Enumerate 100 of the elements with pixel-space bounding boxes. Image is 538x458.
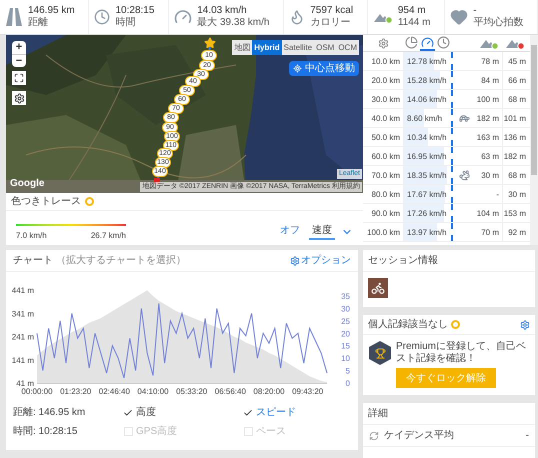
speed-cell-text: 10.34 km/h	[406, 133, 447, 142]
x-axis-label: 00:00:00	[21, 387, 53, 396]
y-axis-label: 141 m	[12, 356, 34, 365]
speed-cell-text: 17.26 km/h	[406, 209, 447, 218]
ascent-cell-text: 30 m	[480, 170, 500, 182]
descent-cell: 92 m	[502, 223, 528, 241]
detail-label: ケイデンス平均	[384, 429, 455, 443]
map-layer-tab[interactable]: Hybrid	[252, 40, 282, 55]
section-title: 色つきトレース	[11, 195, 81, 209]
max-speed-label: 26.7 km/h	[90, 230, 126, 242]
distance-cell-text: 60.0 km	[370, 151, 401, 163]
ascent-cell-text: 78 m	[480, 56, 500, 68]
descent-cell: 66 m	[502, 71, 528, 89]
stat-label: 最大 39.38 km/h	[197, 17, 270, 29]
stat-value: -	[473, 5, 478, 17]
descent-cell: 136 m	[502, 128, 528, 146]
section-title: セッション情報	[368, 254, 438, 268]
speed-cell-text: 13.97 km/h	[406, 228, 447, 237]
distance-cell-text: 40.0 km	[370, 113, 401, 125]
chart-hint: （拡大するチャートを選択）	[56, 254, 186, 268]
y-axis-label: 15	[341, 342, 350, 351]
descent-cell: 101 m	[502, 109, 528, 127]
distance-cell-text: 90.0 km	[370, 208, 401, 220]
x-axis-label: 06:56:40	[214, 387, 246, 396]
section-title: 詳細	[368, 406, 388, 421]
descent-cell: 182 m	[502, 147, 528, 165]
descent-cell: 30 m	[502, 185, 528, 203]
ascent-cell-text: 70 m	[480, 227, 500, 239]
min-speed-label: 7.0 km/h	[16, 230, 47, 242]
speed-cell-text: 18.35 km/h	[406, 171, 447, 180]
zoom-in-button[interactable]: +	[12, 41, 26, 54]
ascent-cell-text: -	[495, 189, 500, 201]
detail-value: -	[526, 429, 529, 443]
stat-value: 7597 kcal	[310, 5, 354, 17]
map-layer-tab[interactable]: OSM	[314, 40, 336, 55]
speed-cell-text: 8.60 km/h	[406, 114, 442, 123]
map-layer-tab[interactable]: OCM	[336, 40, 359, 55]
premium-message: Premiumに登録して、自己ベスト記録を確認！	[396, 341, 528, 365]
speed-cell-text: 17.67 km/h	[406, 190, 447, 199]
map-logo: Google	[10, 177, 44, 191]
series-checkbox[interactable]: 高度	[123, 405, 243, 420]
x-axis-label: 08:20:00	[253, 387, 285, 396]
y-axis-label: 25	[341, 316, 350, 326]
y-axis-label: 5	[346, 366, 350, 376]
stat-label: 1144 m	[398, 17, 430, 29]
chart-title: チャート	[13, 254, 53, 268]
speed-cell-text: 14.06 km/h	[406, 95, 447, 104]
ascent-cell-text: 182 m	[476, 113, 500, 125]
ascent-cell-text: 84 m	[480, 75, 500, 87]
distance-cell-text: 20.0 km	[370, 75, 401, 87]
speed-cell-text: 16.95 km/h	[406, 152, 447, 161]
map-layer-tab[interactable]: Satellite	[282, 40, 314, 55]
y-axis-label: 341 m	[12, 309, 34, 318]
map-layer-tab[interactable]: 地図	[232, 40, 252, 55]
y-axis-label: 10	[341, 354, 350, 364]
distance-cell-text: 30.0 km	[370, 94, 401, 106]
y-axis-label: 241 m	[12, 332, 34, 342]
trace-option-tab[interactable]: オフ	[277, 223, 303, 240]
y-axis-label: 0	[346, 379, 350, 388]
x-axis-label: 09:43:20	[292, 387, 324, 396]
y-axis-label: 30	[341, 304, 350, 314]
descent-cell: 68 m	[502, 90, 528, 108]
x-axis-label: 04:10:00	[137, 387, 169, 396]
x-axis-label: 01:23:20	[60, 387, 92, 396]
y-axis-label: 441 m	[12, 286, 34, 295]
stat-value: 954 m	[398, 5, 427, 17]
descent-cell: 68 m	[502, 166, 528, 184]
stat-value: 10:28:15	[115, 5, 154, 16]
y-axis-label: 35	[341, 292, 350, 301]
y-axis-label: 41 m	[16, 379, 34, 388]
summary-text: 距離: 146.95 km	[13, 406, 86, 420]
section-title: 個人記録該当なし	[368, 318, 448, 332]
ascent-cell-text: 63 m	[480, 151, 500, 163]
speed-cell-text: 15.28 km/h	[406, 76, 447, 85]
center-button[interactable]: 中心点移動	[289, 61, 359, 76]
summary-text: 時間: 10:28:15	[13, 424, 78, 439]
speed-cell-text: 12.78 km/h	[406, 57, 447, 66]
stat-label: 距離	[28, 17, 49, 29]
trace-option-tab[interactable]: 速度	[309, 223, 335, 240]
ascent-cell-text: 163 m	[476, 132, 500, 144]
options-link[interactable]: オプション	[290, 253, 351, 268]
distance-cell-text: 50.0 km	[370, 132, 401, 144]
ascent-cell-text: 100 m	[476, 94, 500, 106]
zoom-out-button[interactable]: −	[12, 54, 26, 67]
y-axis-label: 20	[341, 329, 350, 338]
x-axis-label: 02:46:40	[98, 387, 130, 396]
x-axis-label: 05:33:20	[176, 387, 208, 396]
stat-value: 14.03 km/h	[197, 5, 248, 16]
stat-label: カロリー	[310, 17, 352, 29]
ascent-cell-text: 104 m	[476, 208, 500, 220]
series-checkbox[interactable]: スピード	[243, 405, 351, 420]
distance-cell-text: 100.0 km	[366, 227, 401, 239]
distance-cell-text: 70.0 km	[370, 170, 401, 182]
stat-value: 146.95 km	[28, 5, 75, 17]
stat-label: 時間	[115, 17, 136, 29]
descent-cell: 153 m	[502, 204, 528, 222]
distance-cell-text: 80.0 km	[370, 189, 401, 201]
descent-cell: 45 m	[502, 52, 528, 70]
stat-label: 平均心拍数	[473, 17, 524, 29]
distance-cell-text: 10.0 km	[370, 56, 401, 68]
